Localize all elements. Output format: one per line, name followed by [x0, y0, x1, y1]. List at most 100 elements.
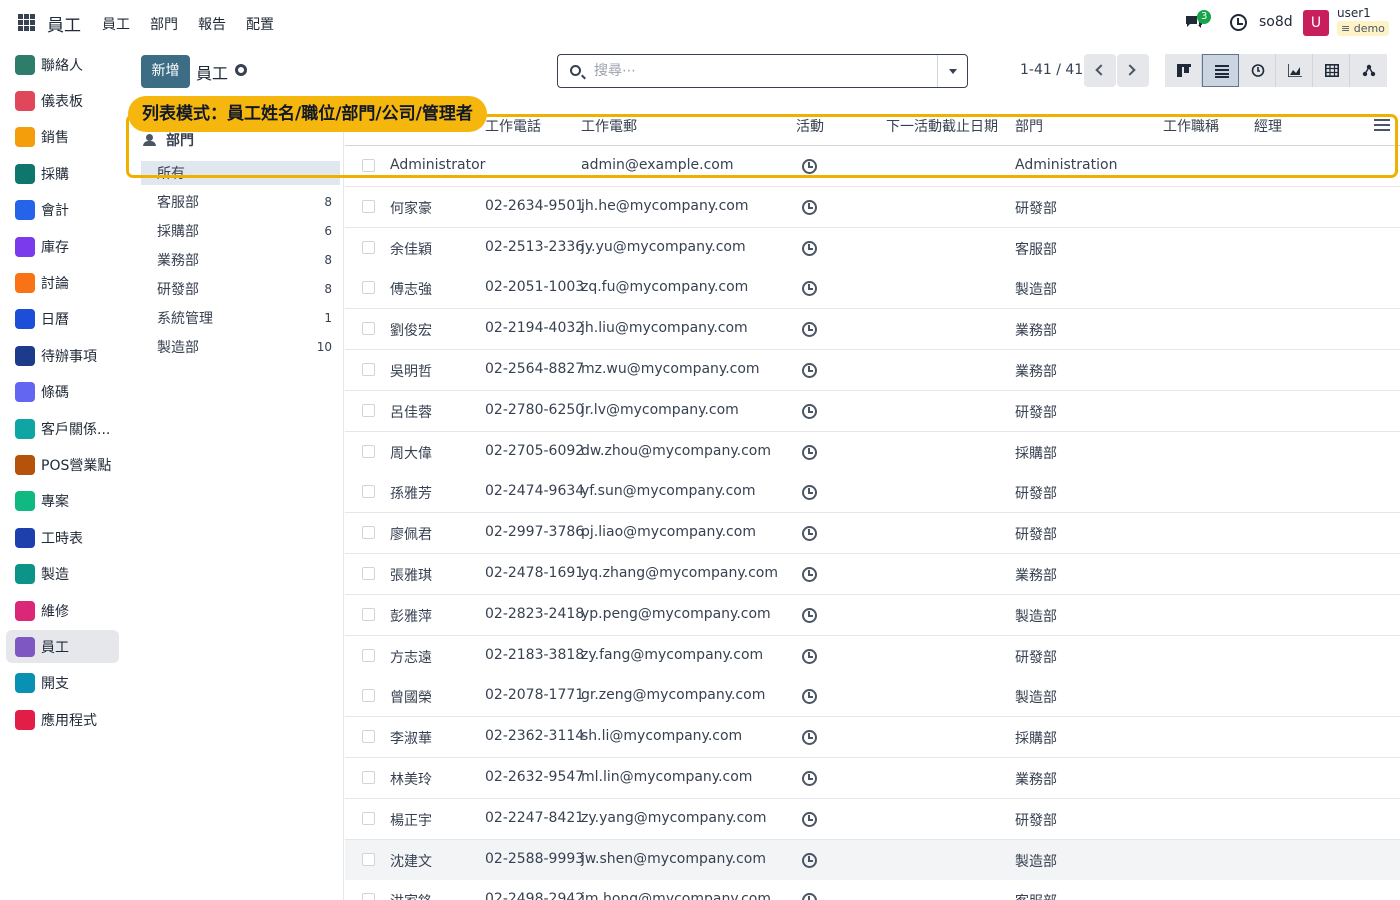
row-checkbox[interactable] — [362, 322, 375, 336]
table-row[interactable]: 劉俊宏 02-2194-4032 jh.liu@mycompany.com 業務部 — [345, 309, 1400, 351]
pivot-view-button[interactable] — [1313, 54, 1350, 87]
activity-clock-icon[interactable] — [802, 444, 817, 460]
row-checkbox[interactable] — [362, 852, 375, 866]
row-checkbox[interactable] — [362, 648, 375, 662]
app-item-discuss[interactable]: 討論 — [6, 266, 119, 299]
row-checkbox[interactable] — [362, 485, 375, 499]
app-item-inventory[interactable]: 庫存 — [6, 230, 119, 263]
table-row[interactable]: 方志遠 02-2183-3818 zy.fang@mycompany.com 研發部 — [345, 635, 1400, 677]
list-view-button[interactable] — [1202, 54, 1239, 87]
activity-clock-icon[interactable] — [802, 199, 817, 215]
row-checkbox[interactable] — [362, 444, 375, 458]
app-item-pos[interactable]: POS營業點 — [6, 448, 119, 481]
db-switcher[interactable]: so8d — [1259, 14, 1293, 30]
gear-icon[interactable] — [235, 64, 247, 76]
activity-clock-icon[interactable] — [802, 240, 817, 256]
table-row[interactable]: 林美玲 02-2632-9547 ml.lin@mycompany.com 業務部 — [345, 758, 1400, 799]
activity-clock-icon[interactable] — [802, 648, 817, 664]
column-job-title[interactable]: 工作職稱 — [1163, 116, 1219, 136]
table-row[interactable]: 何家豪 02-2634-9501 jh.he@mycompany.com 研發部 — [345, 186, 1400, 228]
table-row[interactable]: 彭雅萍 02-2823-2418 yp.peng@mycompany.com 製造部 — [345, 594, 1400, 636]
table-row[interactable]: 洪家銘 02-2498-2942jm.hong@mycompany.com 客服部 — [345, 880, 1400, 900]
table-row[interactable]: 周大偉 02-2705-6092 dw.zhou@mycompany.com 採購部 — [345, 431, 1400, 473]
activity-clock-icon[interactable] — [802, 322, 817, 338]
row-checkbox[interactable] — [362, 159, 375, 172]
table-row[interactable]: 傅志強 02-2051-1003 zq.fu@mycompany.com 製造部 — [345, 268, 1400, 310]
department-filter-item[interactable]: 所有 — [141, 161, 340, 185]
app-item-timesheet[interactable]: 工時表 — [6, 521, 119, 554]
app-grid-icon[interactable] — [18, 14, 35, 31]
activity-clock-icon[interactable] — [802, 771, 817, 786]
row-checkbox[interactable] — [362, 771, 375, 784]
table-row[interactable]: 吳明哲 02-2564-8827 mz.wu@mycompany.com 業務部 — [345, 350, 1400, 391]
app-item-contacts[interactable]: 聯絡人 — [6, 48, 119, 81]
table-row[interactable]: 李淑華 02-2362-3114 sh.li@mycompany.com 採購部 — [345, 717, 1400, 759]
activity-clock-icon[interactable] — [802, 607, 817, 623]
pager-value[interactable]: 1-41 / 41 — [1020, 62, 1083, 78]
activity-clock-icon[interactable] — [802, 363, 817, 378]
menu-employees[interactable]: 員工 — [102, 14, 130, 34]
app-item-todo[interactable]: 待辦事項 — [6, 339, 119, 372]
department-filter-item[interactable]: 製造部 10 — [141, 335, 340, 359]
activity-clock-icon[interactable] — [802, 159, 817, 174]
user-avatar[interactable]: U — [1303, 10, 1329, 36]
app-item-crm[interactable]: 客戶關係... — [6, 412, 119, 445]
activity-clock-icon[interactable] — [802, 281, 817, 297]
hierarchy-view-button[interactable] — [1350, 54, 1387, 87]
table-row[interactable]: Administrator admin@example.com Administra… — [345, 146, 1400, 187]
app-item-purchase[interactable]: 採購 — [6, 157, 119, 190]
search-input[interactable] — [594, 61, 934, 81]
menu-configuration[interactable]: 配置 — [246, 14, 274, 34]
department-filter-item[interactable]: 系統管理 1 — [141, 306, 340, 330]
activity-clock-icon[interactable] — [802, 526, 817, 542]
app-item-repair[interactable]: 維修 — [6, 594, 119, 627]
row-checkbox[interactable] — [362, 567, 375, 580]
department-filter-item[interactable]: 採購部 6 — [141, 219, 340, 243]
app-item-expenses[interactable]: 開支 — [6, 667, 119, 700]
pager-next-button[interactable] — [1117, 54, 1149, 87]
table-row[interactable]: 廖佩君 02-2997-3786 pj.liao@mycompany.com 研發部 — [345, 513, 1400, 555]
table-row[interactable]: 楊正宇 02-2247-8421 zy.yang@mycompany.com 研發部 — [345, 798, 1400, 840]
department-filter-item[interactable]: 業務部 8 — [141, 248, 340, 272]
row-checkbox[interactable] — [362, 893, 375, 900]
row-checkbox[interactable] — [362, 730, 375, 744]
app-item-calendar[interactable]: 日曆 — [6, 303, 119, 336]
table-row[interactable]: 呂佳蓉 02-2780-6250 jr.lv@mycompany.com 研發部 — [345, 390, 1400, 432]
app-item-manufacturing[interactable]: 製造 — [6, 558, 119, 591]
graph-view-button[interactable] — [1276, 54, 1313, 87]
table-row[interactable]: 張雅琪 02-2478-1691 yq.zhang@mycompany.com 業務部 — [345, 554, 1400, 595]
column-work-email[interactable]: 工作電郵 — [581, 116, 637, 136]
search-dropdown-toggle[interactable] — [937, 55, 967, 87]
row-checkbox[interactable] — [362, 811, 375, 825]
app-item-barcode[interactable]: 條碼 — [6, 376, 119, 409]
table-row[interactable]: 曾國榮 02-2078-1771 gr.zeng@mycompany.com 製造部 — [345, 676, 1400, 718]
table-row[interactable]: 余佳穎 02-2513-2336 jy.yu@mycompany.com 客服部 — [345, 227, 1400, 269]
row-checkbox[interactable] — [362, 403, 375, 417]
activity-clock-icon[interactable] — [1230, 14, 1247, 31]
app-item-apps[interactable]: 應用程式 — [6, 703, 119, 736]
kanban-view-button[interactable] — [1165, 54, 1202, 87]
column-department[interactable]: 部門 — [1015, 116, 1043, 136]
app-item-dashboard[interactable]: 儀表板 — [6, 84, 119, 117]
activity-clock-icon[interactable] — [802, 403, 817, 419]
menu-reports[interactable]: 報告 — [198, 14, 226, 34]
department-filter-item[interactable]: 研發部 8 — [141, 277, 340, 301]
department-filter-item[interactable]: 客服部 8 — [141, 190, 340, 214]
app-item-project[interactable]: 專案 — [6, 485, 119, 518]
app-item-accounting[interactable]: 會計 — [6, 194, 119, 227]
column-work-phone[interactable]: 工作電話 — [485, 116, 541, 136]
activity-clock-icon[interactable] — [802, 689, 817, 705]
activity-clock-icon[interactable] — [802, 730, 817, 746]
column-manager[interactable]: 經理 — [1254, 116, 1282, 136]
menu-departments[interactable]: 部門 — [150, 14, 178, 34]
new-button[interactable]: 新增 — [141, 55, 190, 88]
column-activity[interactable]: 活動 — [796, 116, 824, 136]
row-checkbox[interactable] — [362, 607, 375, 621]
row-checkbox[interactable] — [362, 199, 375, 213]
row-checkbox[interactable] — [362, 363, 375, 376]
table-row[interactable]: 孫雅芳 02-2474-9634 yf.sun@mycompany.com 研發部 — [345, 472, 1400, 514]
row-checkbox[interactable] — [362, 689, 375, 703]
activity-clock-icon[interactable] — [802, 485, 817, 501]
search-bar[interactable] — [557, 54, 968, 88]
app-item-employees[interactable]: 員工 — [6, 630, 119, 664]
